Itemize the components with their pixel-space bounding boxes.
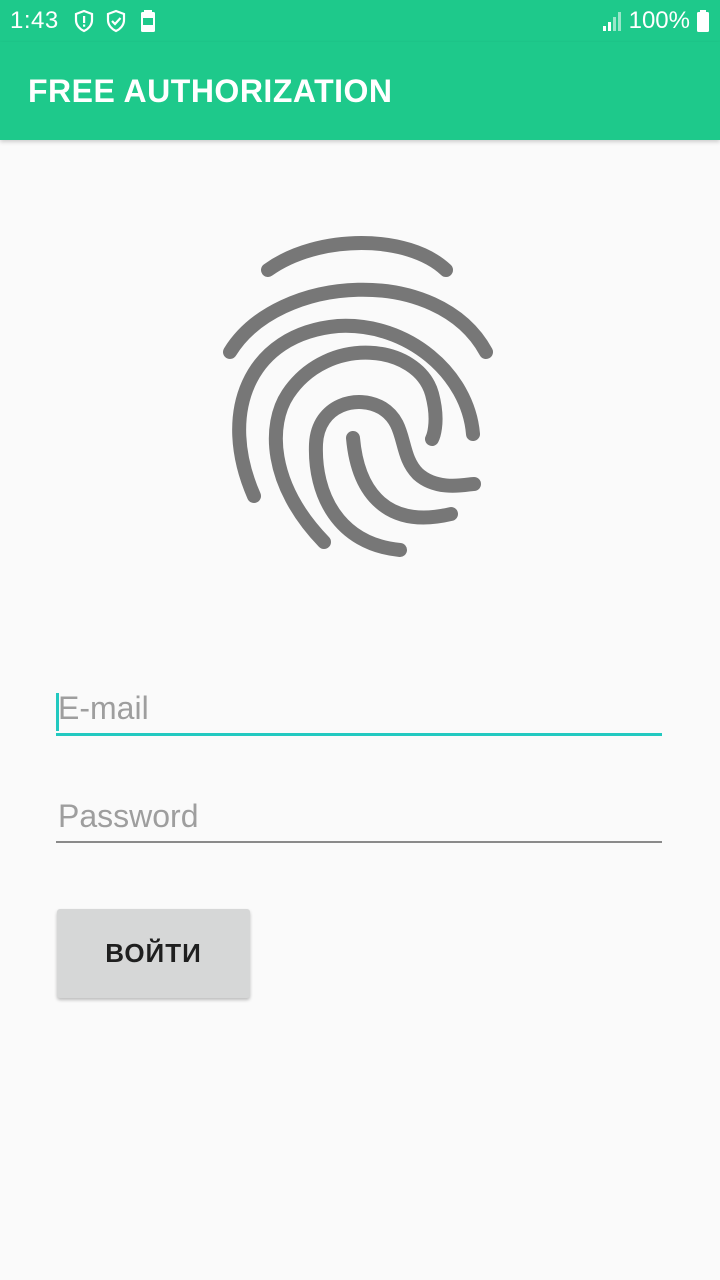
app-bar: FREE AUTHORIZATION xyxy=(0,42,720,140)
password-input[interactable] xyxy=(56,798,662,841)
login-button[interactable]: ВОЙТИ xyxy=(57,909,250,998)
check-shield-icon xyxy=(106,9,125,33)
status-right: 100% xyxy=(601,7,710,35)
status-bar: 1:43 100% xyxy=(0,0,720,42)
alert-shield-icon xyxy=(74,9,93,33)
password-underline xyxy=(56,841,662,843)
notification-icons xyxy=(73,9,159,33)
battery-icon xyxy=(697,10,709,32)
password-field-container xyxy=(56,798,662,843)
fingerprint-icon[interactable] xyxy=(218,234,502,560)
battery-saver-icon xyxy=(140,10,155,32)
email-underline xyxy=(56,733,662,736)
text-cursor xyxy=(56,693,59,731)
email-input[interactable] xyxy=(56,690,662,733)
app-title: FREE AUTHORIZATION xyxy=(28,72,393,109)
battery-percent: 100% xyxy=(628,7,690,34)
email-field-container xyxy=(56,690,662,736)
status-left: 1:43 xyxy=(10,7,159,35)
signal-icon xyxy=(602,12,621,31)
status-time: 1:43 xyxy=(10,7,59,34)
